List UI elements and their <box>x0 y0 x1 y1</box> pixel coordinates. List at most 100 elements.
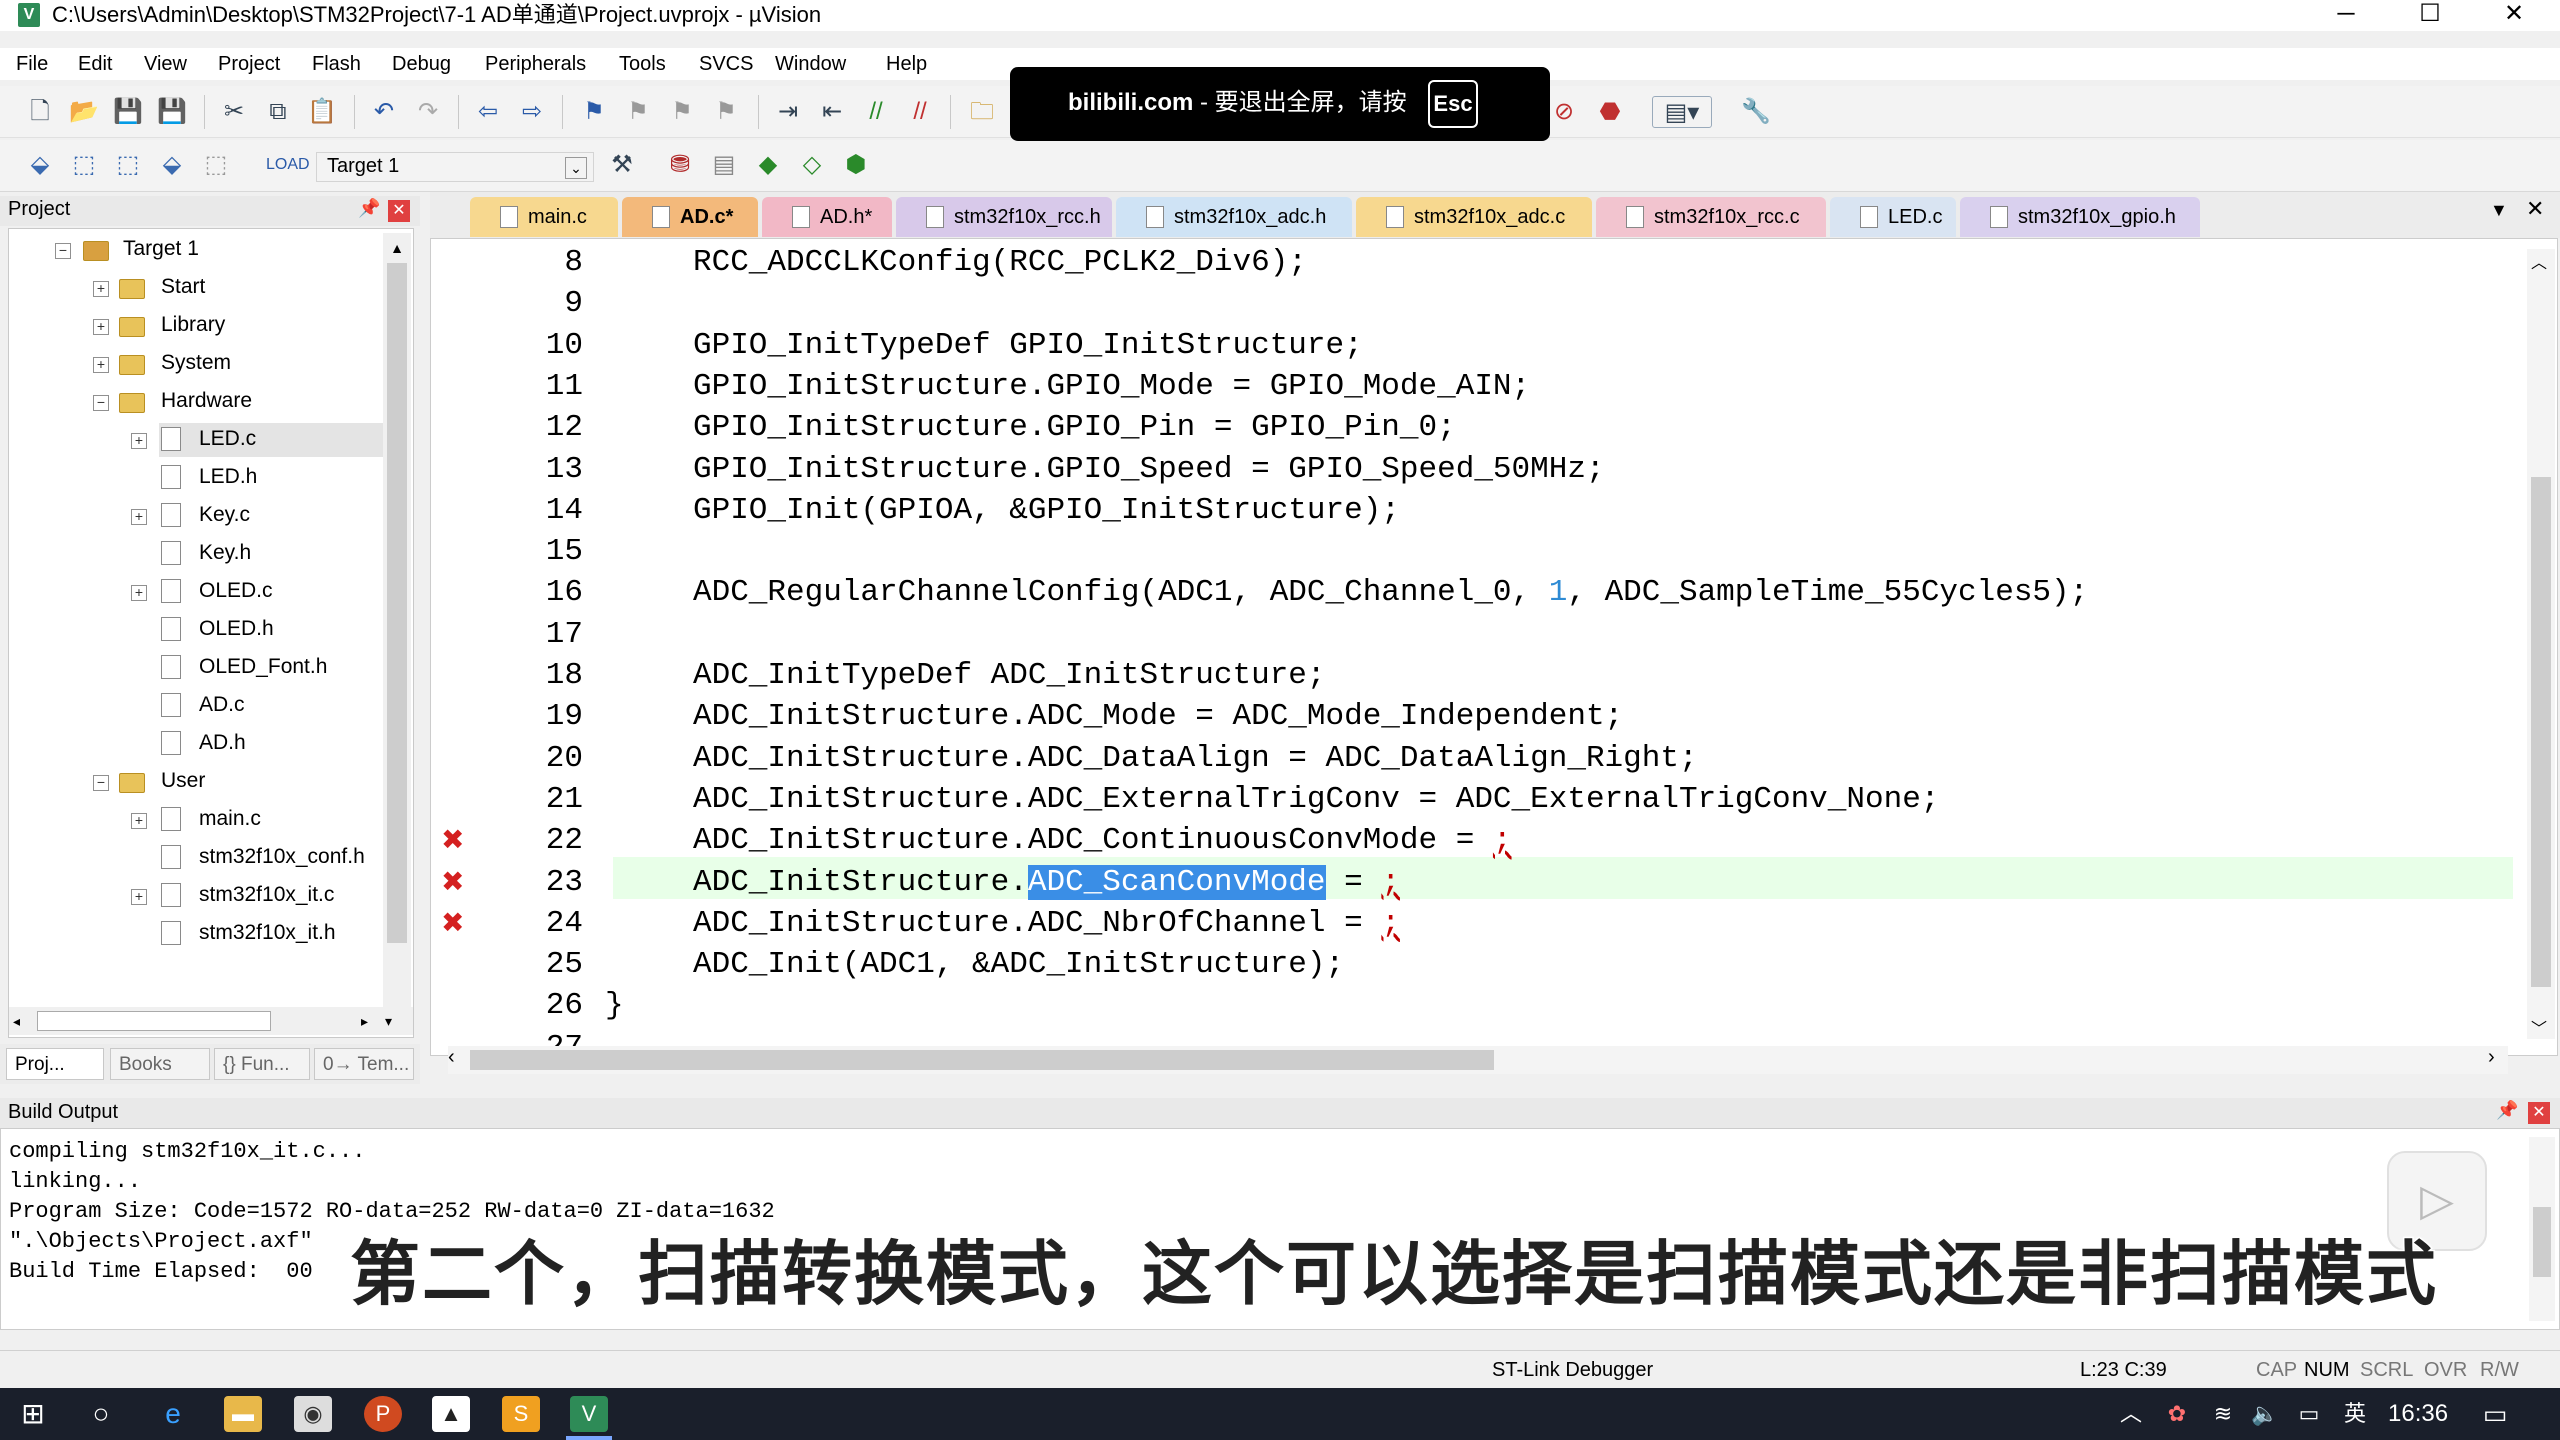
error-icon[interactable]: ✖ <box>441 823 464 856</box>
edge-browser-icon[interactable]: e <box>154 1396 192 1432</box>
tree-group-user[interactable]: User <box>161 767 205 795</box>
save-all-icon[interactable]: 💾 <box>156 96 188 128</box>
output-vscroll[interactable] <box>2529 1137 2555 1321</box>
menu-edit[interactable]: Edit <box>78 51 112 77</box>
uncomment-icon[interactable]: // <box>904 96 936 128</box>
close-panel-icon[interactable]: ✕ <box>388 200 410 222</box>
expand-icon[interactable]: + <box>131 889 147 905</box>
camera-app-icon[interactable]: ◉ <box>294 1396 332 1432</box>
tree-group-system[interactable]: System <box>161 349 231 377</box>
tab-project[interactable]: Proj... <box>6 1048 104 1080</box>
tree-file[interactable]: Key.c <box>199 501 250 529</box>
tab-templates[interactable]: 0→ Tem... <box>314 1048 414 1080</box>
stop-build-icon[interactable]: ⬚ <box>200 149 232 181</box>
navigate-forward-icon[interactable]: ⇨ <box>516 96 548 128</box>
expand-icon[interactable]: + <box>93 319 109 335</box>
scroll-left-icon[interactable]: ‹ <box>448 1046 455 1069</box>
menu-flash[interactable]: Flash <box>312 51 361 77</box>
menu-peripherals[interactable]: Peripherals <box>485 51 586 77</box>
powerpoint-icon[interactable]: P <box>364 1396 402 1432</box>
insert-breakpoint-icon[interactable]: ⬣ <box>1594 96 1626 128</box>
wifi-icon[interactable]: ≋ <box>2204 1396 2242 1432</box>
ime-indicator[interactable]: 英 <box>2336 1396 2374 1432</box>
tree-hscroll[interactable]: ◂ ▸ ▾ <box>9 1007 413 1035</box>
scroll-up-icon[interactable]: ︿ <box>2531 249 2547 273</box>
tab-stm32f10x-adc-h[interactable]: stm32f10x_adc.h <box>1116 197 1352 237</box>
battery-icon[interactable]: ▭ <box>2290 1396 2328 1432</box>
tree-file[interactable]: main.c <box>199 805 261 833</box>
tab-functions[interactable]: {} Fun... <box>214 1048 310 1080</box>
tree-file[interactable]: stm32f10x_it.c <box>199 881 334 909</box>
copy-icon[interactable]: ⧉ <box>262 96 294 128</box>
tray-app-icon[interactable]: ✿ <box>2158 1396 2196 1432</box>
tab-main-c[interactable]: main.c <box>470 197 618 237</box>
configure-icon[interactable]: 🔧 <box>1740 96 1772 128</box>
paste-icon[interactable]: 📋 <box>306 96 338 128</box>
redo-icon[interactable]: ↷ <box>412 96 444 128</box>
scroll-left-icon[interactable]: ◂ <box>13 1009 33 1033</box>
collapse-icon[interactable]: − <box>93 395 109 411</box>
target-options-icon[interactable]: ⚒ <box>606 149 638 181</box>
expand-icon[interactable]: + <box>93 357 109 373</box>
download-icon[interactable]: LOAD <box>266 149 310 181</box>
scroll-thumb[interactable] <box>37 1011 271 1031</box>
clock[interactable]: 16:36 <box>2388 1400 2448 1428</box>
cut-icon[interactable]: ✂ <box>218 96 250 128</box>
package-icon[interactable]: ⬢ <box>840 149 872 181</box>
minimize-button[interactable]: ─ <box>2306 0 2386 31</box>
scroll-right-icon[interactable]: › <box>2488 1046 2495 1069</box>
open-file-icon[interactable]: 📂 <box>68 96 100 128</box>
comment-icon[interactable]: // <box>860 96 892 128</box>
tree-target[interactable]: Target 1 <box>123 235 199 263</box>
tree-group-library[interactable]: Library <box>161 311 225 339</box>
maximize-button[interactable]: ☐ <box>2390 0 2470 31</box>
scroll-thumb[interactable] <box>2531 477 2551 987</box>
batch-build-icon[interactable]: ⬙ <box>156 149 188 181</box>
close-tab-icon[interactable]: ✕ <box>2526 196 2544 222</box>
pin-icon[interactable]: 📌 <box>2496 1100 2518 1121</box>
expand-icon[interactable]: + <box>131 813 147 829</box>
search-icon[interactable]: ○ <box>82 1396 120 1432</box>
tree-file[interactable]: stm32f10x_conf.h <box>199 843 365 871</box>
clear-bookmarks-icon[interactable]: ⚑ <box>710 96 742 128</box>
tab-list-icon[interactable]: ▼ <box>2490 200 2508 221</box>
debug-session-icon[interactable]: ⊘ <box>1548 96 1580 128</box>
collapse-icon[interactable]: − <box>93 775 109 791</box>
tab-stm32f10x-rcc-c[interactable]: stm32f10x_rcc.c <box>1596 197 1826 237</box>
menu-help[interactable]: Help <box>886 51 927 77</box>
find-in-files-icon[interactable]: 🗀 <box>966 96 998 128</box>
error-icon[interactable]: ✖ <box>441 906 464 939</box>
scroll-right-icon[interactable]: ▸ <box>361 1009 381 1033</box>
scroll-thumb[interactable] <box>387 263 407 943</box>
tree-file[interactable]: OLED.h <box>199 615 274 643</box>
tab-stm32f10x-rcc-h[interactable]: stm32f10x_rcc.h <box>896 197 1112 237</box>
uvision-taskbar-icon[interactable]: V <box>570 1396 608 1432</box>
expand-icon[interactable]: + <box>131 585 147 601</box>
error-icon[interactable]: ✖ <box>441 865 464 898</box>
menu-tools[interactable]: Tools <box>619 51 666 77</box>
tab-led-c[interactable]: LED.c <box>1830 197 1956 237</box>
menu-project[interactable]: Project <box>218 51 280 77</box>
unindent-icon[interactable]: ⇤ <box>816 96 848 128</box>
build-icon[interactable]: ⬚ <box>68 149 100 181</box>
indent-icon[interactable]: ⇥ <box>772 96 804 128</box>
save-icon[interactable]: 💾 <box>112 96 144 128</box>
scroll-thumb[interactable] <box>470 1050 1494 1070</box>
photos-icon[interactable]: ▲ <box>432 1396 470 1432</box>
tab-stm32f10x-adc-c[interactable]: stm32f10x_adc.c <box>1356 197 1592 237</box>
scroll-down-icon[interactable]: ﹀ <box>2531 1015 2547 1039</box>
bookmark-icon[interactable]: ⚑ <box>578 96 610 128</box>
scroll-thumb[interactable] <box>2533 1207 2551 1277</box>
chevron-down-icon[interactable]: ⌄ <box>565 157 587 179</box>
window-layout-icon[interactable]: ▤▾ <box>1652 96 1712 128</box>
editor-hscroll[interactable]: ‹ › <box>448 1046 2508 1074</box>
volume-icon[interactable]: 🔈 <box>2246 1396 2284 1432</box>
editor-vscroll[interactable]: ︿ ﹀ <box>2527 249 2555 1039</box>
scroll-up-icon[interactable]: ▲ <box>385 235 409 261</box>
tree-file[interactable]: AD.h <box>199 729 246 757</box>
tab-ad-c[interactable]: AD.c* <box>622 197 758 237</box>
sublime-icon[interactable]: S <box>502 1396 540 1432</box>
code-editor[interactable]: 8910111213141516171819202122✖23✖24✖25262… <box>430 238 2558 1065</box>
tree-file[interactable]: stm32f10x_it.h <box>199 919 336 947</box>
next-bookmark-icon[interactable]: ⚑ <box>666 96 698 128</box>
